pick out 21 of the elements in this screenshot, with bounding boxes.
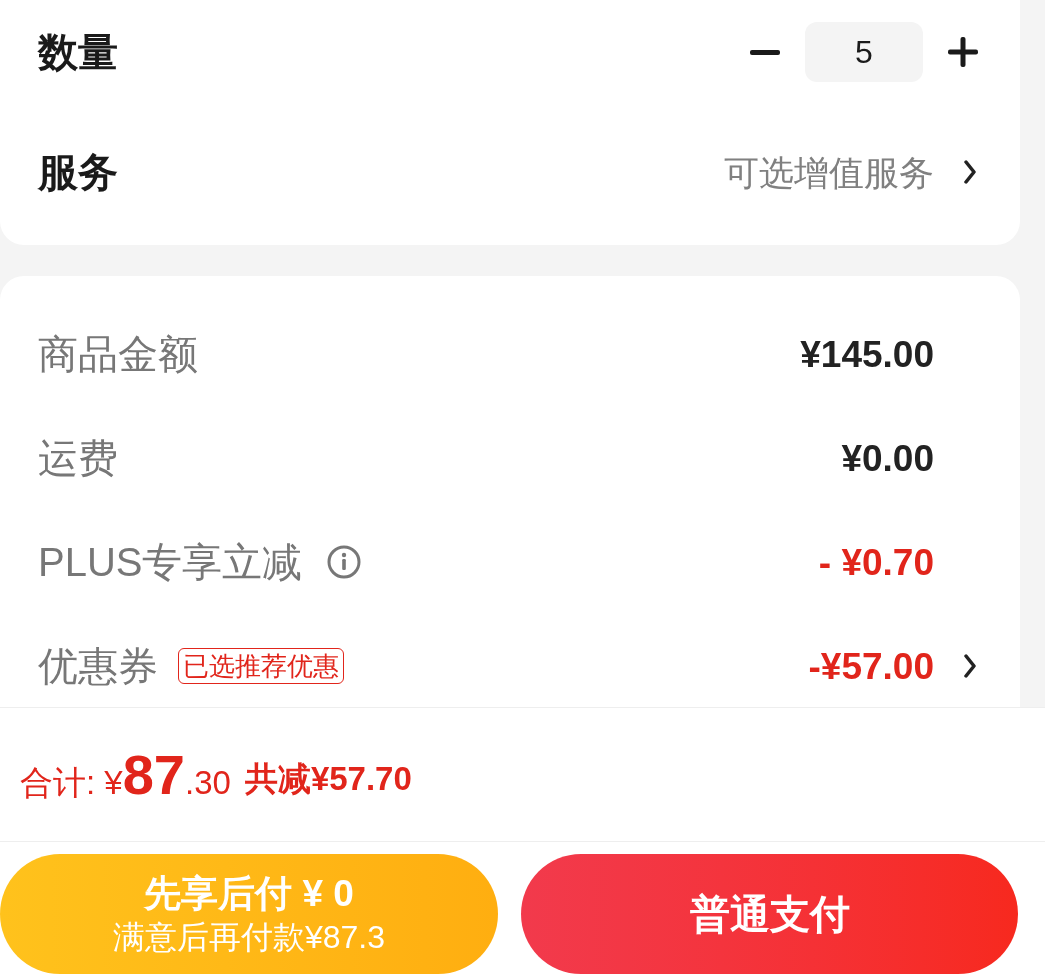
plus-icon [948,37,978,67]
increase-button[interactable] [948,37,978,67]
quantity-field[interactable]: 5 [805,22,923,82]
price-label: PLUS专享立减 [38,542,303,582]
service-selector[interactable]: 可选增值服务 [724,154,976,190]
quantity-label: 数量 [38,32,118,72]
total-amount: 合计: ¥87.30 [20,746,231,803]
price-value: ¥0.00 [841,439,934,477]
pay-button[interactable]: 普通支付 [521,854,1018,974]
price-label: 运费 [38,438,118,478]
total-saving: 共减¥57.70 [244,762,412,795]
price-value: - ¥0.70 [818,543,934,581]
price-label: 商品金额 [38,334,198,374]
service-label: 服务 [38,152,118,192]
coupon-tag: 已选推荐优惠 [178,647,344,685]
minus-icon [750,49,780,55]
price-value: ¥145.00 [800,335,934,373]
price-value: -¥57.00 [808,647,934,685]
chevron-right-icon [964,160,976,184]
price-label: 优惠券 [38,646,158,686]
info-icon[interactable] [326,545,361,579]
